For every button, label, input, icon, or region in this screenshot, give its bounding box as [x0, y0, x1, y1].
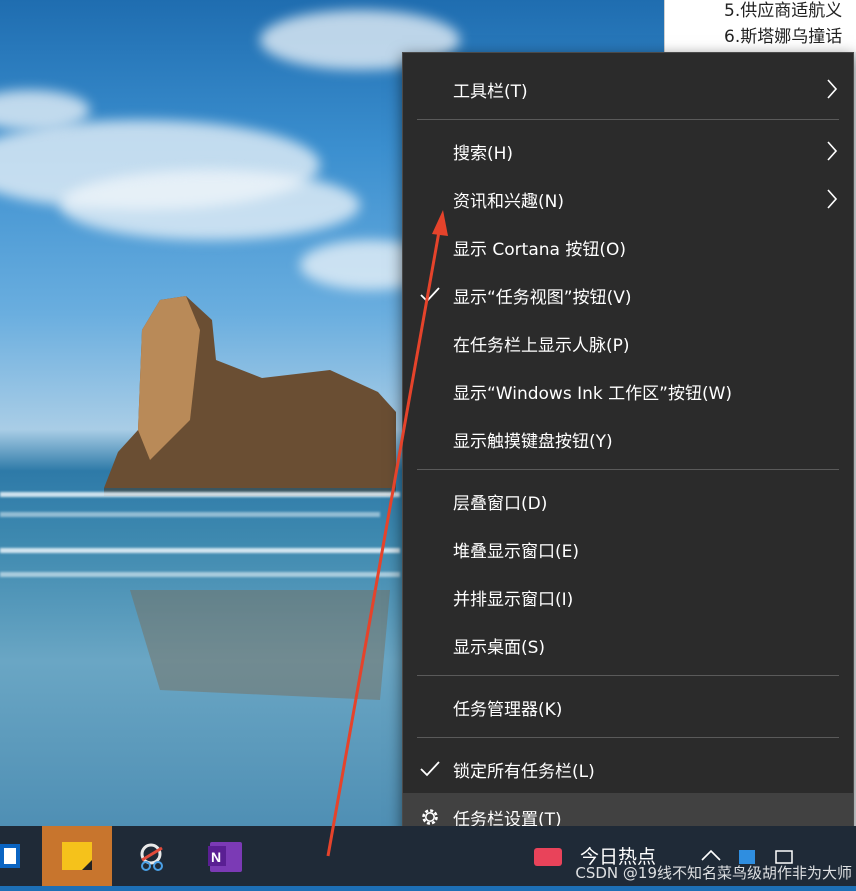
menu-item-label: 显示“Windows Ink 工作区”按钮(W) [453, 384, 733, 404]
chevron-right-icon [827, 141, 837, 161]
menu-item-label: 显示桌面(S) [453, 638, 546, 658]
document-line: 5.供应商适航义 [724, 1, 843, 21]
menu-item-label: 并排显示窗口(I) [453, 590, 574, 610]
menu-item-label: 资讯和兴趣(N) [453, 192, 564, 212]
chevron-right-icon [827, 79, 837, 99]
menu-item-task-manager[interactable]: 任务管理器(K) [403, 683, 853, 731]
menu-item-side-by-side-windows[interactable]: 并排显示窗口(I) [403, 573, 853, 621]
menu-item-stack-windows[interactable]: 堆叠显示窗口(E) [403, 525, 853, 573]
watermark-text: CSDN @19线不知名菜鸟级胡作非为大师 [575, 864, 852, 882]
snipping-tool-icon [140, 843, 163, 871]
menu-item-label: 在任务栏上显示人脉(P) [453, 336, 630, 356]
menu-item-label: 堆叠显示窗口(E) [453, 542, 580, 562]
gear-icon [422, 809, 438, 825]
taskbar-app-sticky-notes[interactable] [42, 826, 112, 886]
menu-item-show-cortana-button[interactable]: 显示 Cortana 按钮(O) [403, 223, 853, 271]
rock-island-image [104, 296, 396, 700]
menu-item-lock-all-taskbars[interactable]: 锁定所有任务栏(L) [403, 745, 853, 793]
outlook-icon [0, 844, 20, 868]
menu-separator [417, 675, 839, 676]
taskbar-app-outlook[interactable] [0, 826, 40, 886]
menu-item-label: 显示“任务视图”按钮(V) [453, 288, 632, 308]
svg-text:N: N [211, 849, 221, 865]
menu-separator [417, 737, 839, 738]
menu-separator [417, 119, 839, 120]
menu-item-label: 工具栏(T) [453, 82, 528, 102]
menu-item-label: 任务管理器(K) [453, 700, 563, 720]
menu-item-show-people[interactable]: 在任务栏上显示人脉(P) [403, 319, 853, 367]
menu-item-cascade-windows[interactable]: 层叠窗口(D) [403, 477, 853, 525]
checkmark-icon [420, 761, 440, 777]
document-line: 6.斯塔娜乌撞话 [724, 27, 843, 47]
menu-item-label: 显示触摸键盘按钮(Y) [453, 432, 613, 452]
taskbar-context-menu: 工具栏(T) 搜索(H) 资讯和兴趣(N) 显示 Cortana 按钮(O) 显… [402, 52, 854, 852]
menu-item-search[interactable]: 搜索(H) [403, 127, 853, 175]
checkmark-icon [420, 287, 440, 303]
menu-item-label: 层叠窗口(D) [453, 494, 548, 514]
chevron-right-icon [827, 189, 837, 209]
menu-item-show-touch-keyboard-button[interactable]: 显示触摸键盘按钮(Y) [403, 415, 853, 463]
menu-item-label: 锁定所有任务栏(L) [453, 762, 595, 782]
menu-item-show-windows-ink-button[interactable]: 显示“Windows Ink 工作区”按钮(W) [403, 367, 853, 415]
sticky-notes-icon [62, 842, 92, 870]
news-and-interests-icon[interactable] [532, 844, 566, 870]
taskbar-app-onenote[interactable]: N [192, 826, 262, 886]
onenote-icon: N [208, 842, 242, 872]
menu-separator [417, 469, 839, 470]
menu-item-show-desktop[interactable]: 显示桌面(S) [403, 621, 853, 669]
menu-item-toolbars[interactable]: 工具栏(T) [403, 65, 853, 113]
taskbar-app-snipping-tool[interactable] [118, 826, 188, 886]
menu-item-label: 显示 Cortana 按钮(O) [453, 240, 626, 260]
menu-item-label: 搜索(H) [453, 144, 514, 164]
menu-item-show-task-view-button[interactable]: 显示“任务视图”按钮(V) [403, 271, 853, 319]
menu-item-news-and-interests[interactable]: 资讯和兴趣(N) [403, 175, 853, 223]
